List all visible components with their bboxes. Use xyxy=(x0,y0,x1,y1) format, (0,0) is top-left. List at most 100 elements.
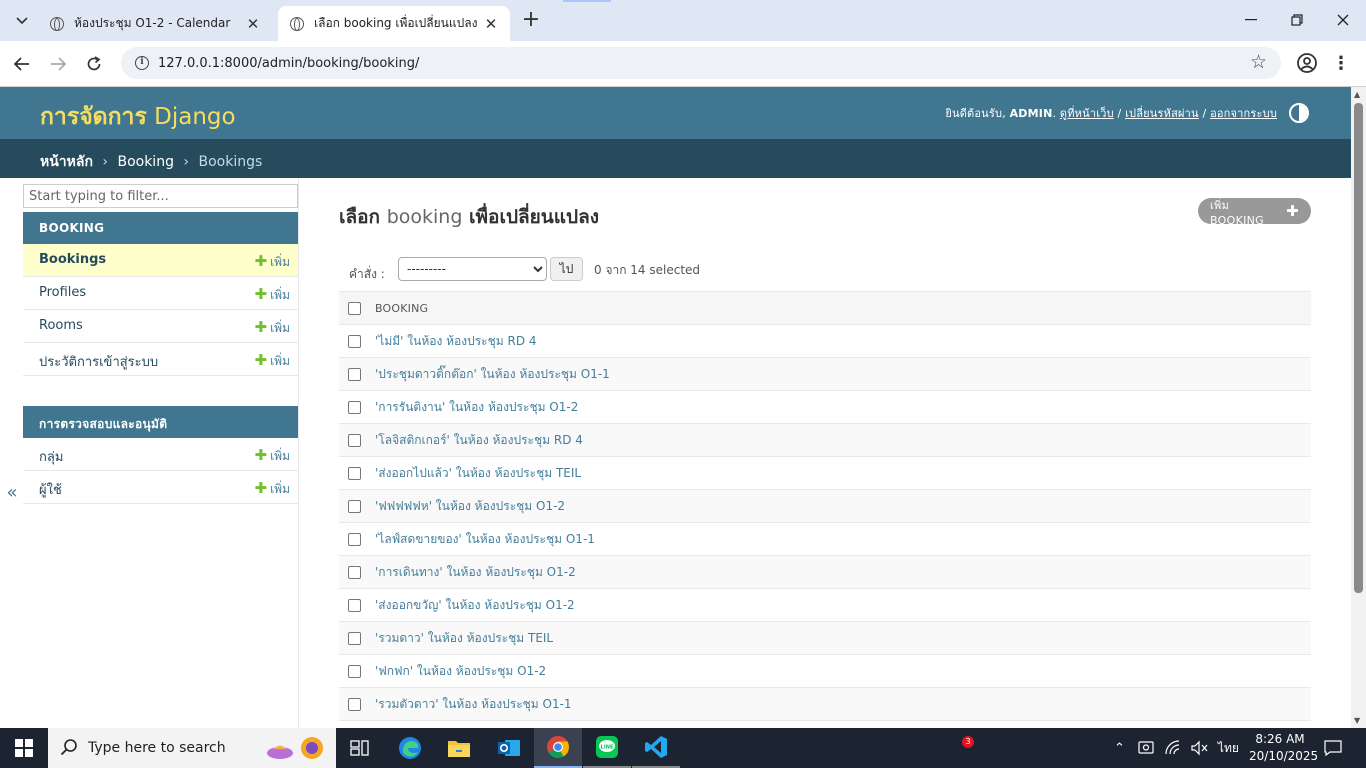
site-info-icon[interactable]: i xyxy=(135,56,149,70)
row-checkbox[interactable] xyxy=(348,599,361,612)
row-checkbox-cell xyxy=(339,588,375,622)
tab-calendar[interactable]: ห้องประชุม O1-2 - Calendar ✕ xyxy=(38,6,272,41)
booking-link[interactable]: 'รวมตัวดาว' ในห้อง ห้องประชุม O1-1 xyxy=(375,697,572,711)
add-groups-link[interactable]: ✚ เพิ่ม xyxy=(255,446,291,466)
restore-button[interactable] xyxy=(1274,0,1320,40)
breadcrumb-app[interactable]: Booking xyxy=(117,154,174,170)
speaker-muted-icon[interactable] xyxy=(1190,740,1208,756)
toggle-sidebar-button[interactable]: « xyxy=(4,482,20,510)
action-select[interactable]: --------- xyxy=(398,257,547,281)
row-checkbox[interactable] xyxy=(348,566,361,579)
row-checkbox[interactable] xyxy=(348,632,361,645)
theme-toggle-icon[interactable] xyxy=(1289,103,1309,123)
booking-link[interactable]: 'ฟกฟก' ในห้อง ห้องประชุม O1-2 xyxy=(375,664,546,678)
row-cell: 'ส่งออกขวัญ' ในห้อง ห้องประชุม O1-2 xyxy=(375,588,1311,622)
booking-link[interactable]: 'รวมดาว' ในห้อง ห้องประชุม TEIL xyxy=(375,631,553,645)
row-checkbox[interactable] xyxy=(348,665,361,678)
row-checkbox[interactable] xyxy=(348,434,361,447)
booking-link[interactable]: 'การรันติงาน' ในห้อง ห้องประชุม O1-2 xyxy=(375,400,578,414)
model-link-login-history[interactable]: ประวัติการเข้าสู่ระบบ xyxy=(39,355,158,370)
close-tab-icon[interactable]: ✕ xyxy=(244,15,262,33)
notification-center-icon[interactable] xyxy=(1310,728,1356,768)
row-checkbox[interactable] xyxy=(348,698,361,711)
change-password-link[interactable]: เปลี่ยนรหัสผ่าน xyxy=(1125,107,1199,120)
forward-arrow-icon[interactable] xyxy=(44,50,72,78)
page-title: เลือก booking เพื่อเปลี่ยนแปลง xyxy=(339,202,599,232)
add-users-link[interactable]: ✚ เพิ่ม xyxy=(255,479,291,499)
page-scrollbar[interactable]: ▲ ▼ xyxy=(1351,87,1366,728)
module-caption[interactable]: BOOKING xyxy=(23,212,298,244)
row-checkbox-cell xyxy=(339,324,375,358)
wifi-icon[interactable] xyxy=(1164,740,1182,756)
site-branding[interactable]: การจัดการ Django xyxy=(40,99,236,135)
booking-link[interactable]: 'ไลฟ์สดขายของ' ในห้อง ห้องประชุม O1-1 xyxy=(375,532,595,546)
battery-icon[interactable] xyxy=(1138,740,1156,756)
outlook-icon[interactable] xyxy=(485,728,533,768)
select-all-checkbox[interactable] xyxy=(348,301,361,315)
file-explorer-icon[interactable] xyxy=(435,728,483,768)
scrollbar-thumb[interactable] xyxy=(1354,103,1363,593)
plus-icon: ✚ xyxy=(254,318,268,336)
new-tab-button[interactable]: + xyxy=(518,8,544,34)
actions-bar: คำสั่ง : --------- ไป 0 จาก 14 selected xyxy=(339,257,1311,291)
welcome-text: ยินดีต้อนรับ, xyxy=(945,107,1010,120)
column-header-booking[interactable]: BOOKING xyxy=(375,291,1311,325)
add-bookings-link[interactable]: ✚ เพิ่ม xyxy=(255,252,291,272)
model-link-bookings[interactable]: Bookings xyxy=(39,252,106,267)
chrome-icon[interactable] xyxy=(534,728,582,768)
booking-link[interactable]: 'ไม่มี' ในห้อง ห้องประชุม RD 4 xyxy=(375,334,537,348)
action-label: คำสั่ง : xyxy=(349,267,385,281)
row-cell: 'รวมตัวดาว' ในห้อง ห้องประชุม O1-1 xyxy=(375,687,1311,721)
chevron-up-icon[interactable]: ⌃ xyxy=(1114,741,1125,756)
logout-link[interactable]: ออกจากระบบ xyxy=(1210,107,1277,120)
scroll-up-icon[interactable]: ▲ xyxy=(1354,90,1360,99)
add-booking-button[interactable]: เพิ่ม BOOKING ✚ xyxy=(1198,198,1311,227)
start-button[interactable] xyxy=(0,728,48,768)
row-cell: 'ฟกฟก' ในห้อง ห้องประชุม O1-2 xyxy=(375,654,1311,688)
close-window-button[interactable] xyxy=(1320,0,1366,40)
row-checkbox[interactable] xyxy=(348,500,361,513)
nav-filter-input[interactable] xyxy=(23,184,298,208)
model-link-rooms[interactable]: Rooms xyxy=(39,318,83,333)
booking-link[interactable]: 'ส่งออกไปแล้ว' ในห้อง ห้องประชุม TEIL xyxy=(375,466,581,480)
add-login-history-link[interactable]: ✚ เพิ่ม xyxy=(255,351,291,371)
scroll-down-icon[interactable]: ▼ xyxy=(1354,716,1360,725)
back-arrow-icon[interactable] xyxy=(8,50,36,78)
tab-django-admin[interactable]: เลือก booking เพื่อเปลี่ยนแปลง | ผู้ดูแล… xyxy=(278,6,510,41)
browser-menu-icon[interactable]: ⋮ xyxy=(1331,50,1351,78)
go-button[interactable]: ไป xyxy=(550,257,583,281)
row-checkbox[interactable] xyxy=(348,401,361,414)
minimize-button[interactable] xyxy=(1228,0,1274,40)
row-checkbox[interactable] xyxy=(348,533,361,546)
reload-icon[interactable] xyxy=(80,50,108,78)
booking-link[interactable]: 'ประชุมดาวติ๊กต๊อก' ในห้อง ห้องประชุม O1… xyxy=(375,367,610,381)
model-link-profiles[interactable]: Profiles xyxy=(39,285,86,300)
model-link-users[interactable]: ผู้ใช้ xyxy=(39,483,62,498)
vscode-icon[interactable] xyxy=(632,728,680,768)
close-tab-icon[interactable]: ✕ xyxy=(482,15,500,33)
view-site-link[interactable]: ดูที่หน้าเว็บ xyxy=(1060,107,1114,120)
edge-icon[interactable] xyxy=(386,728,434,768)
row-checkbox-cell xyxy=(339,621,375,655)
task-view-icon[interactable] xyxy=(336,728,384,768)
row-checkbox[interactable] xyxy=(348,467,361,480)
booking-link[interactable]: 'การเดินทาง' ในห้อง ห้องประชุม O1-2 xyxy=(375,565,576,579)
profile-icon[interactable] xyxy=(1296,52,1318,74)
line-icon[interactable]: LINE xyxy=(583,728,631,768)
bookmark-star-icon[interactable]: ☆ xyxy=(1250,51,1267,73)
input-language[interactable]: ไทย xyxy=(1218,739,1239,758)
booking-link[interactable]: 'ส่งออกขวัญ' ในห้อง ห้องประชุม O1-2 xyxy=(375,598,575,612)
add-profiles-link[interactable]: ✚ เพิ่ม xyxy=(255,285,291,305)
address-bar[interactable]: i 127.0.0.1:8000/admin/booking/booking/ … xyxy=(121,47,1281,79)
row-checkbox[interactable] xyxy=(348,335,361,348)
row-checkbox[interactable] xyxy=(348,368,361,381)
booking-link[interactable]: 'ฟฟฟฟฟห' ในห้อง ห้องประชุม O1-2 xyxy=(375,499,565,513)
tab-search-icon[interactable] xyxy=(8,8,36,34)
taskbar-search[interactable]: Type here to search xyxy=(48,728,336,768)
booking-link[interactable]: 'โลจิสติกเกอร์' ในห้อง ห้องประชุม RD 4 xyxy=(375,433,583,447)
clock[interactable]: 8:26 AM 20/10/2025 xyxy=(1249,731,1318,765)
model-link-groups[interactable]: กลุ่ม xyxy=(39,450,63,465)
add-rooms-link[interactable]: ✚ เพิ่ม xyxy=(255,318,291,338)
module-caption[interactable]: การตรวจสอบและอนุมัติ xyxy=(23,406,298,438)
breadcrumb-home[interactable]: หน้าหลัก xyxy=(40,154,93,170)
